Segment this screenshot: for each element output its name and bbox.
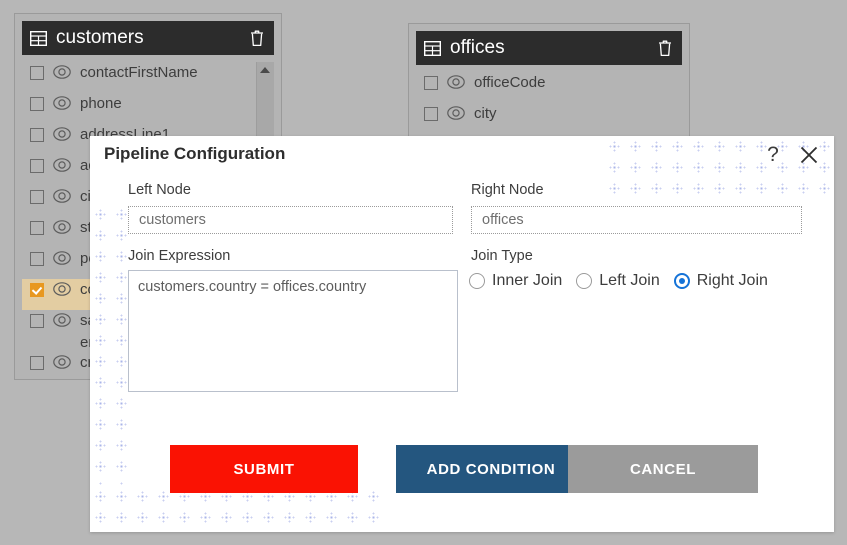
- left-node-label: Left Node: [128, 182, 191, 198]
- field-checkbox[interactable]: [30, 283, 44, 297]
- field-checkbox[interactable]: [30, 190, 44, 204]
- field-checkbox[interactable]: [30, 314, 44, 328]
- trash-icon[interactable]: [249, 29, 265, 47]
- radio-right-join[interactable]: Right Join: [673, 272, 768, 290]
- join-type-radio-group[interactable]: Inner Join Left Join Right Join: [469, 270, 768, 292]
- join-expression-label: Join Expression: [128, 248, 231, 264]
- add-condition-button[interactable]: ADD CONDITION: [396, 445, 586, 493]
- eye-icon[interactable]: [447, 106, 465, 120]
- cancel-button[interactable]: CANCEL: [568, 445, 758, 493]
- decorative-dot-pattern: [90, 204, 132, 486]
- right-node-label: Right Node: [471, 182, 544, 198]
- node-title-offices: offices: [450, 37, 505, 58]
- node-header-customers[interactable]: customers: [22, 21, 274, 55]
- field-label: phone: [80, 95, 122, 112]
- node-panel-offices[interactable]: offices officeCode city: [408, 23, 690, 140]
- eye-icon[interactable]: [53, 96, 71, 110]
- node-title-customers: customers: [56, 27, 144, 48]
- dialog-title: Pipeline Configuration: [104, 144, 286, 163]
- field-checkbox[interactable]: [30, 356, 44, 370]
- table-icon: [30, 30, 47, 46]
- radio-left-join[interactable]: Left Join: [576, 272, 660, 290]
- field-label: officeCode: [474, 74, 546, 91]
- field-label: city: [474, 105, 497, 122]
- field-list-offices[interactable]: officeCode city: [416, 72, 682, 135]
- join-type-label: Join Type: [471, 248, 533, 264]
- field-checkbox[interactable]: [30, 252, 44, 266]
- pipeline-configuration-dialog[interactable]: Pipeline Configuration ? Left Node Right…: [90, 136, 834, 532]
- field-label: contactFirstName: [80, 64, 198, 81]
- help-icon[interactable]: ?: [764, 142, 782, 168]
- list-item[interactable]: city: [416, 103, 682, 134]
- eye-icon[interactable]: [53, 158, 71, 172]
- left-node-input[interactable]: [128, 206, 453, 234]
- field-checkbox[interactable]: [424, 76, 438, 90]
- radio-label: Inner Join: [492, 272, 563, 289]
- field-checkbox[interactable]: [30, 97, 44, 111]
- table-icon: [424, 40, 441, 56]
- radio-inner-join[interactable]: Inner Join: [469, 272, 562, 290]
- eye-icon[interactable]: [53, 127, 71, 141]
- eye-icon[interactable]: [53, 220, 71, 234]
- join-expression-textarea[interactable]: [128, 270, 458, 392]
- submit-button[interactable]: SUBMIT: [170, 445, 358, 493]
- list-item[interactable]: phone: [22, 93, 274, 124]
- eye-icon[interactable]: [447, 75, 465, 89]
- eye-icon[interactable]: [53, 65, 71, 79]
- radio-indicator[interactable]: [576, 273, 593, 289]
- field-checkbox[interactable]: [30, 66, 44, 80]
- close-icon[interactable]: [798, 142, 820, 168]
- eye-icon[interactable]: [53, 189, 71, 203]
- field-checkbox[interactable]: [424, 107, 438, 121]
- radio-indicator[interactable]: [673, 273, 690, 289]
- eye-icon[interactable]: [53, 313, 71, 327]
- eye-icon[interactable]: [53, 251, 71, 265]
- list-item[interactable]: officeCode: [416, 72, 682, 103]
- radio-label: Left Join: [599, 272, 660, 289]
- eye-icon[interactable]: [53, 282, 71, 296]
- field-checkbox[interactable]: [30, 159, 44, 173]
- field-checkbox[interactable]: [30, 128, 44, 142]
- radio-label: Right Join: [696, 272, 768, 289]
- radio-indicator[interactable]: [469, 273, 485, 289]
- field-checkbox[interactable]: [30, 221, 44, 235]
- list-item[interactable]: contactFirstName: [22, 62, 274, 93]
- trash-icon[interactable]: [657, 39, 673, 57]
- scroll-up-arrow-icon[interactable]: [260, 67, 270, 73]
- eye-icon[interactable]: [53, 355, 71, 369]
- node-header-offices[interactable]: offices: [416, 31, 682, 65]
- right-node-input[interactable]: [471, 206, 802, 234]
